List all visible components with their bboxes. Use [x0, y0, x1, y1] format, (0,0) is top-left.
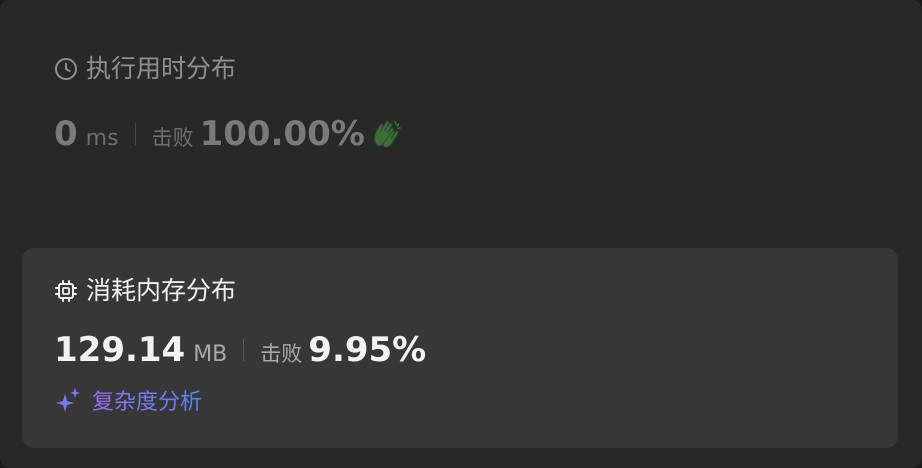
memory-value: 129.14: [54, 330, 186, 370]
runtime-stats: 0 ms 击败 100.00%: [54, 114, 403, 154]
runtime-unit: ms: [85, 126, 119, 151]
chip-icon: [54, 279, 78, 303]
clapping-hands-icon: [371, 119, 403, 149]
memory-card[interactable]: 消耗内存分布 129.14 MB 击败 9.95% 复杂度分析: [22, 248, 898, 448]
runtime-section[interactable]: 执行用时分布 0 ms 击败 100.00%: [54, 54, 403, 154]
runtime-title-label: 执行用时分布: [86, 54, 237, 83]
memory-stats: 129.14 MB 击败 9.95%: [54, 330, 426, 370]
memory-title: 消耗内存分布: [54, 276, 426, 306]
divider: [243, 339, 245, 361]
clock-icon: [54, 57, 78, 81]
runtime-beat-label: 击败: [151, 126, 194, 150]
memory-unit: MB: [193, 342, 228, 367]
sparkle-icon: [54, 386, 82, 414]
memory-beat-percent: 9.95%: [308, 330, 427, 370]
runtime-title: 执行用时分布: [54, 54, 403, 84]
complexity-analysis-label: 复杂度分析: [92, 384, 202, 416]
divider: [134, 123, 136, 145]
complexity-analysis-button[interactable]: 复杂度分析: [54, 384, 426, 416]
memory-beat-label: 击败: [260, 342, 303, 366]
memory-title-label: 消耗内存分布: [86, 276, 237, 305]
results-panel: 执行用时分布 0 ms 击败 100.00% 消耗内存分布 129.14 MB …: [0, 0, 922, 468]
runtime-beat-percent: 100.00%: [199, 114, 365, 154]
runtime-value: 0: [54, 114, 78, 154]
